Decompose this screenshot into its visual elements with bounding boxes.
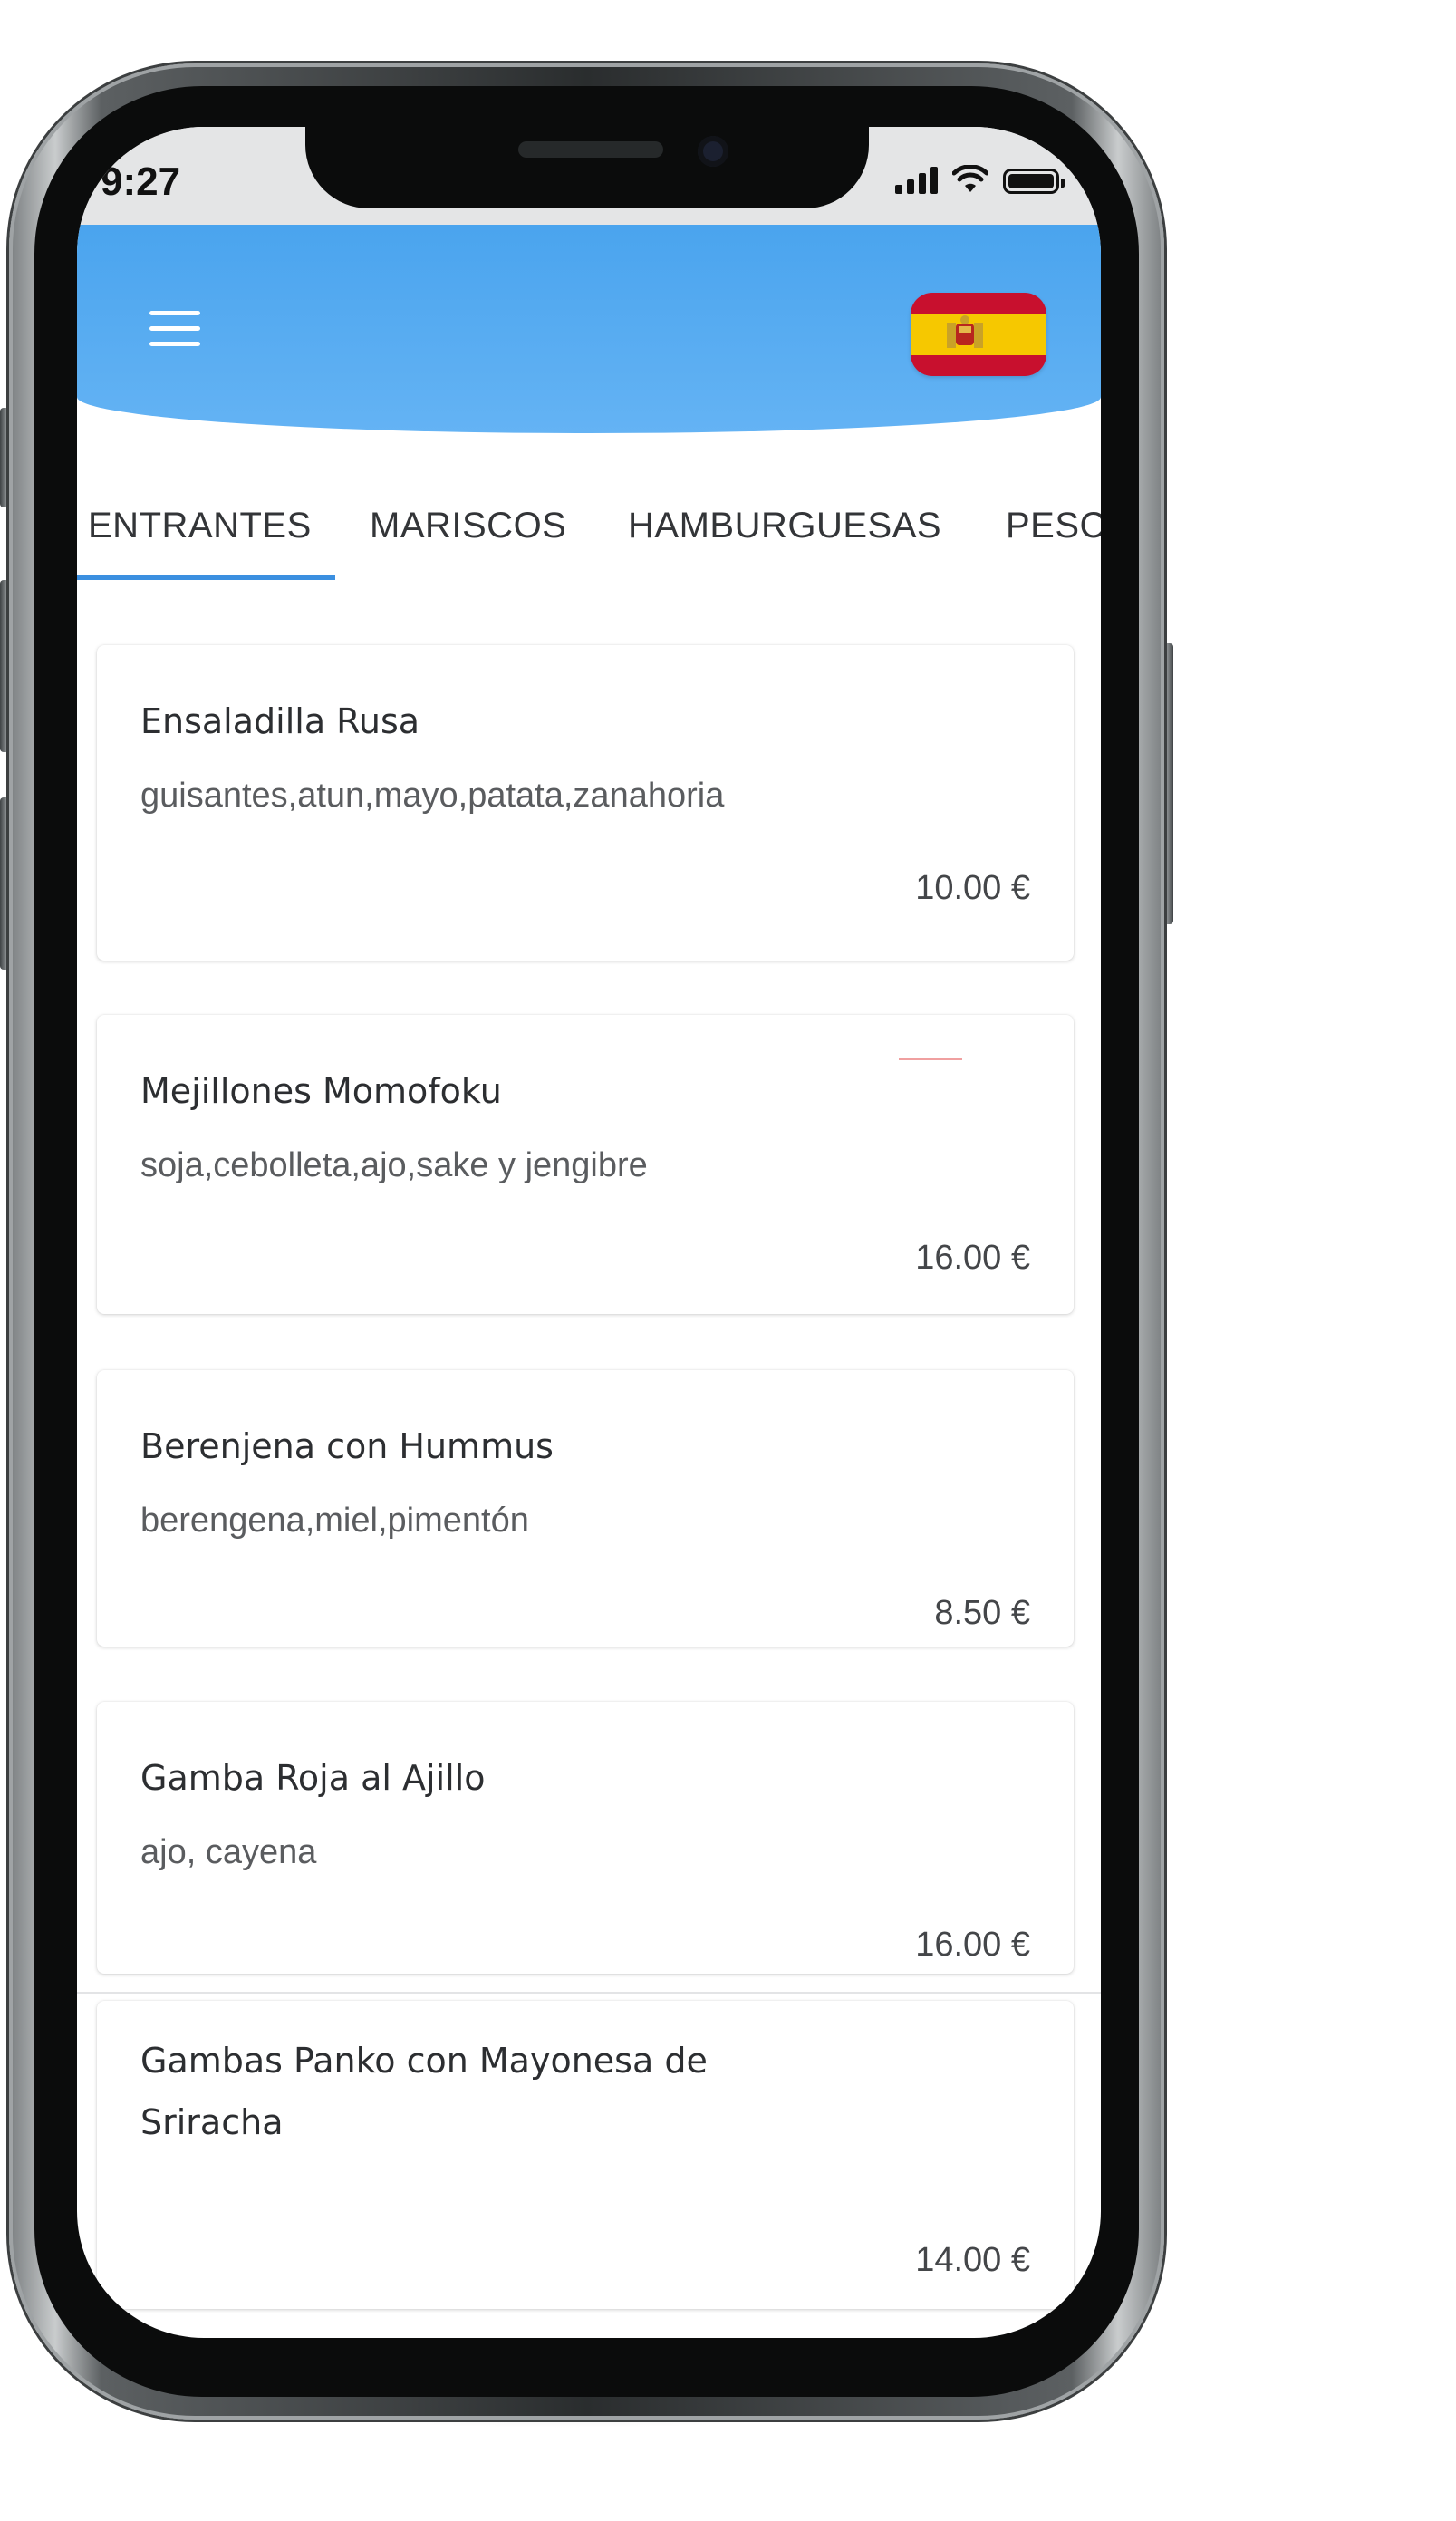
tab-mariscos[interactable]: MARISCOS: [370, 506, 566, 546]
status-bar: 9:27: [77, 127, 1101, 225]
menu-item-price: 16.00 €: [915, 1926, 1030, 1964]
divider: [77, 1992, 1101, 1994]
wifi-icon: [952, 165, 988, 192]
front-camera: [698, 136, 728, 167]
menu-item-ingredients: ajo, cayena: [140, 1833, 317, 1871]
menu-item-name: Berenjena con Hummus: [140, 1426, 554, 1466]
menu-item-ingredients: berengena,miel,pimentón: [140, 1502, 529, 1540]
app-header: [77, 225, 1101, 433]
spain-flag-icon[interactable]: [911, 293, 1046, 376]
menu-item-card[interactable]: Gamba Roja al Ajillo ajo, cayena 16.00 €: [97, 1702, 1074, 1974]
menu-item-price: 8.50 €: [934, 1594, 1030, 1632]
tab-pescados[interactable]: PESCA: [1006, 506, 1101, 546]
device-mockup: 9:27 ENTRANTES MARISCOS HAMBURGUESAS PES…: [0, 0, 1456, 2521]
phone-screen: 9:27 ENTRANTES MARISCOS HAMBURGUESAS PES…: [77, 127, 1101, 2338]
menu-item-card[interactable]: Mejillones Momofoku soja,cebolleta,ajo,s…: [97, 1015, 1074, 1314]
menu-item-card[interactable]: Gambas Panko con Mayonesa de Sriracha 14…: [97, 2001, 1074, 2309]
menu-item-name: Gamba Roja al Ajillo: [140, 1758, 486, 1798]
menu-item-price: 16.00 €: [915, 1239, 1030, 1277]
battery-icon: [1003, 169, 1065, 194]
menu-item-name: Gambas Panko con Mayonesa de Sriracha: [140, 2041, 708, 2142]
menu-item-card[interactable]: Ensaladilla Rusa guisantes,atun,mayo,pat…: [97, 645, 1074, 961]
tab-entrantes[interactable]: ENTRANTES: [88, 506, 312, 546]
status-icons: [895, 165, 1065, 194]
status-time: 9:27: [101, 159, 181, 204]
menu-item-name: Mejillones Momofoku: [140, 1071, 502, 1111]
notch: [305, 127, 869, 208]
active-tab-indicator: [77, 575, 335, 580]
category-tabs: ENTRANTES MARISCOS HAMBURGUESAS PESCA: [77, 489, 1101, 580]
decorative-mark: [899, 1058, 962, 1060]
menu-item-card[interactable]: Berenjena con Hummus berengena,miel,pime…: [97, 1370, 1074, 1647]
hamburger-menu-icon[interactable]: [149, 311, 200, 347]
cellular-signal-icon: [895, 167, 938, 194]
menu-item-name: Ensaladilla Rusa: [140, 701, 420, 741]
menu-item-price: 10.00 €: [915, 869, 1030, 907]
menu-item-ingredients: guisantes,atun,mayo,patata,zanahoria: [140, 777, 725, 815]
speaker-grille: [518, 141, 663, 158]
menu-item-price: 14.00 €: [915, 2241, 1030, 2279]
tab-hamburguesas[interactable]: HAMBURGUESAS: [628, 506, 941, 546]
menu-item-ingredients: soja,cebolleta,ajo,sake y jengibre: [140, 1146, 648, 1184]
